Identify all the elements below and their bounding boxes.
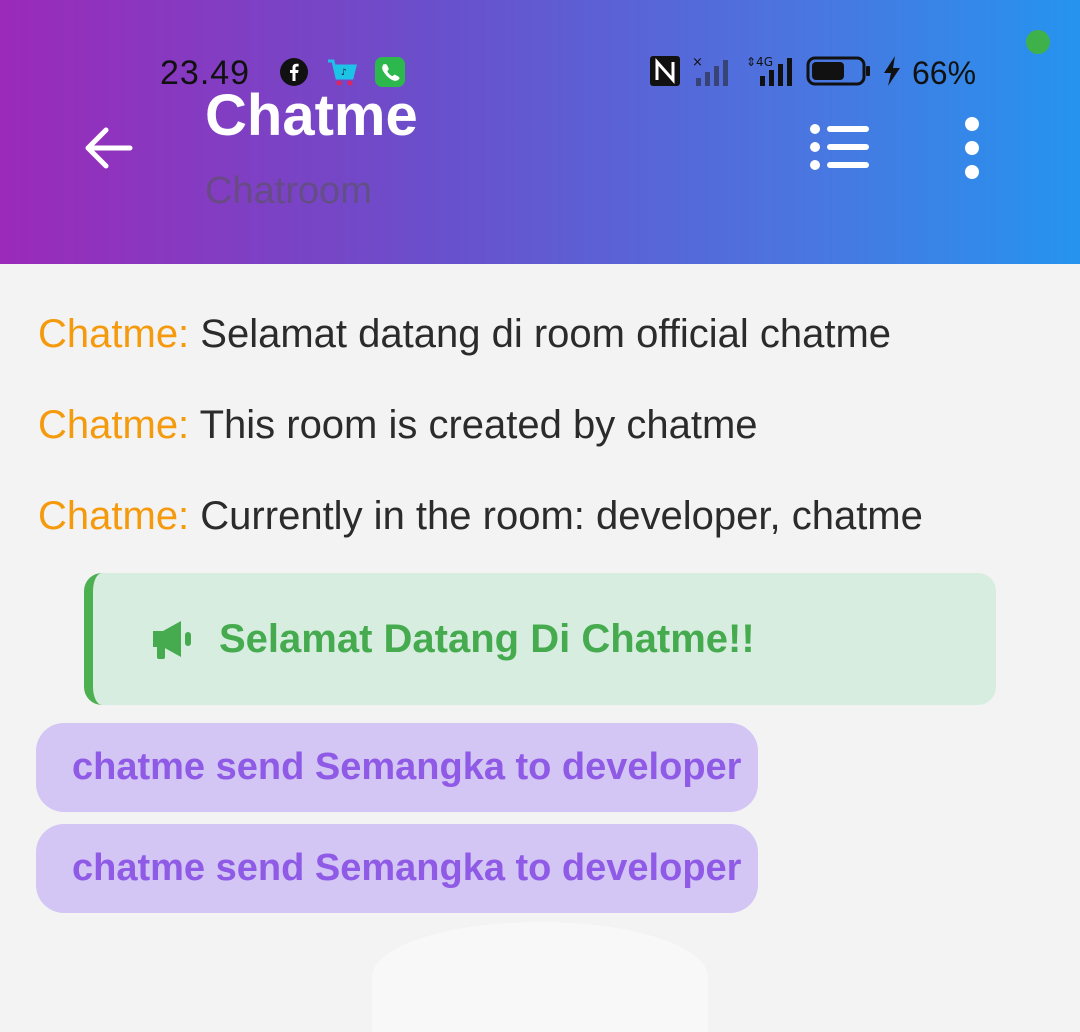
arrow-left-icon <box>85 127 133 169</box>
charging-icon <box>882 54 902 93</box>
megaphone-icon <box>149 617 197 661</box>
gift-notification: chatme send Semangka to developer <box>36 723 758 812</box>
chat-message: Chatme: Currently in the room: developer… <box>38 494 923 539</box>
battery-percent: 66% <box>912 55 977 91</box>
svg-text:⇕4G: ⇕4G <box>746 55 773 69</box>
signal-no-service-icon: × <box>692 54 736 93</box>
announcement-banner: Selamat Datang Di Chatme!! <box>84 573 996 705</box>
more-vertical-icon <box>965 117 979 179</box>
status-system-icons: × ⇕4G 66% <box>648 54 976 93</box>
message-text: Currently in the room: developer, chatme <box>200 494 923 538</box>
nfc-icon <box>648 54 682 93</box>
announcement-text: Selamat Datang Di Chatme!! <box>219 617 755 661</box>
more-options-button[interactable] <box>950 112 994 184</box>
app-header: 23.49 ♪ × ⇕4G 66% Chatme Chatroom <box>0 0 1080 264</box>
message-text: Selamat datang di room official chatme <box>200 312 892 356</box>
back-button[interactable] <box>78 118 138 178</box>
gift-text: chatme send Semangka to developer <box>72 746 742 788</box>
svg-text:♪: ♪ <box>341 68 347 78</box>
message-sender: Chatme: <box>38 403 190 447</box>
list-icon <box>810 124 869 170</box>
signal-4g-icon: ⇕4G <box>746 54 796 93</box>
svg-text:×: × <box>692 55 703 70</box>
message-sender: Chatme: <box>38 494 190 538</box>
room-list-button[interactable] <box>806 120 872 174</box>
page-title: Chatme <box>205 83 418 148</box>
gift-text: chatme send Semangka to developer <box>72 847 742 889</box>
chat-message: Chatme: This room is created by chatme <box>38 403 758 448</box>
message-text: This room is created by chatme <box>199 403 758 447</box>
battery-icon <box>806 54 872 93</box>
message-sender: Chatme: <box>38 312 190 356</box>
page-subtitle: Chatroom <box>205 170 372 212</box>
chat-message: Chatme: Selamat datang di room official … <box>38 312 891 357</box>
bottom-action-button[interactable] <box>372 922 708 1032</box>
camera-indicator <box>1026 30 1050 54</box>
gift-notification: chatme send Semangka to developer <box>36 824 758 913</box>
